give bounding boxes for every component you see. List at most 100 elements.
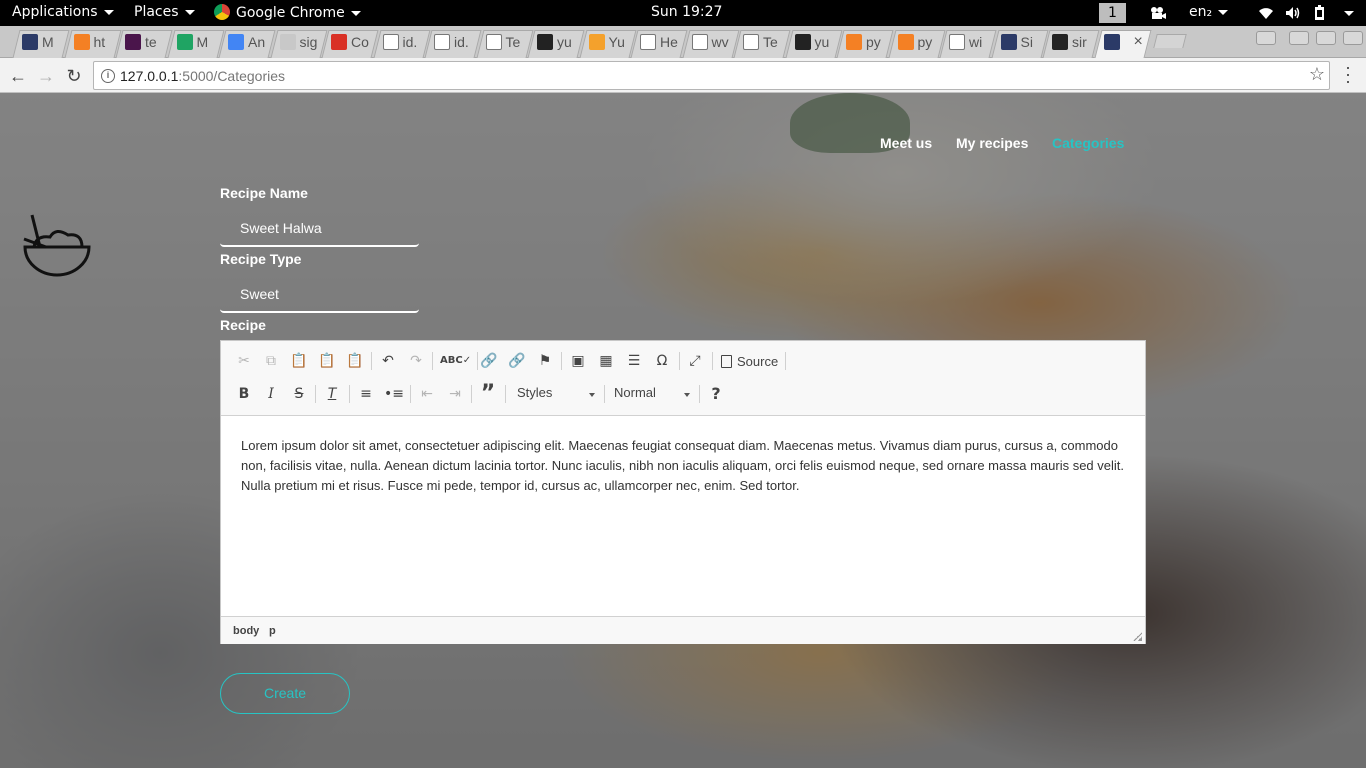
unlink-icon[interactable]: 🔗 <box>506 351 528 371</box>
toolbar-separator <box>349 385 350 403</box>
italic-icon[interactable]: I <box>260 384 282 404</box>
redo-icon[interactable]: ↷ <box>405 351 427 371</box>
forward-button[interactable]: → <box>36 66 56 86</box>
nav-link-categories[interactable]: Categories <box>1052 135 1124 151</box>
keyboard-layout-menu[interactable]: en₂ <box>1189 4 1229 20</box>
close-window-button[interactable] <box>1343 31 1363 45</box>
source-button[interactable]: Source <box>721 351 778 371</box>
blockquote-icon[interactable]: ” <box>477 383 499 405</box>
browser-tab[interactable]: Te <box>485 30 530 54</box>
close-tab-icon[interactable]: × <box>1134 33 1143 51</box>
path-body[interactable]: body <box>233 625 259 637</box>
browser-tab[interactable]: M <box>176 30 221 54</box>
bulleted-list-icon[interactable]: •≡ <box>383 384 405 404</box>
applications-menu-label: Applications <box>12 4 98 20</box>
cut-icon[interactable]: ✂ <box>233 351 255 371</box>
browser-tab[interactable]: Co <box>331 30 375 54</box>
active-app-menu[interactable]: Google Chrome <box>214 4 361 21</box>
browser-menu-icon[interactable]: · · · <box>1341 58 1355 90</box>
address-bar[interactable]: i 127.0.0.1:5000/Categories ☆ <box>93 61 1330 90</box>
link-icon[interactable]: 🔗 <box>478 351 500 371</box>
nav-link-my-recipes[interactable]: My recipes <box>956 135 1028 151</box>
workspace-indicator[interactable]: 1 <box>1099 3 1126 23</box>
numbered-list-icon[interactable]: ≡ <box>355 384 377 404</box>
editor-path-bar: body p <box>221 616 1145 644</box>
battery-icon[interactable] <box>1312 5 1328 21</box>
volume-icon[interactable] <box>1285 5 1301 21</box>
applications-menu[interactable]: Applications <box>12 4 114 20</box>
remove-format-icon[interactable]: T <box>321 384 343 404</box>
increase-indent-icon[interactable]: ⇥ <box>444 384 466 404</box>
table-icon[interactable]: ▦ <box>595 351 617 371</box>
browser-toolbar: ← → ↻ i 127.0.0.1:5000/Categories ☆ · · · <box>0 58 1366 93</box>
profile-icon[interactable] <box>1256 31 1276 45</box>
strikethrough-icon[interactable]: S <box>288 384 310 404</box>
format-dropdown[interactable]: Normal <box>614 385 692 405</box>
browser-tab[interactable]: py <box>846 30 890 54</box>
browser-tab[interactable]: Te <box>743 30 787 54</box>
nav-link-meet-us[interactable]: Meet us <box>880 135 932 151</box>
browser-tab[interactable]: He <box>640 30 684 54</box>
maximize-icon[interactable]: ⤢ <box>684 351 706 371</box>
help-icon[interactable]: ? <box>705 384 727 404</box>
undo-icon[interactable]: ↶ <box>377 351 399 371</box>
document-icon <box>640 34 656 50</box>
browser-tab[interactable]: py <box>897 30 942 54</box>
bowl-logo-icon[interactable] <box>22 213 92 279</box>
toolbar-separator <box>432 352 433 370</box>
decrease-indent-icon[interactable]: ⇤ <box>416 384 438 404</box>
clock[interactable]: Sun 19:27 <box>651 4 722 20</box>
browser-tab[interactable]: id. <box>382 30 427 54</box>
info-icon[interactable]: i <box>101 69 115 83</box>
chevron-down-icon <box>184 9 195 15</box>
paste-icon[interactable]: 📋 <box>288 351 310 371</box>
places-menu[interactable]: Places <box>134 4 195 20</box>
anchor-flag-icon[interactable]: ⚑ <box>534 351 556 371</box>
chevron-down-icon <box>1218 9 1229 15</box>
toolbar-separator <box>679 352 680 370</box>
browser-tab[interactable]: wi <box>949 30 993 54</box>
browser-tab[interactable]: yu <box>537 30 581 54</box>
back-button[interactable]: ← <box>8 66 28 86</box>
browser-tab[interactable]: sir <box>1052 30 1096 54</box>
hackerrank-icon <box>279 34 296 50</box>
copy-icon[interactable]: ⧉ <box>260 351 282 371</box>
bold-icon[interactable]: B <box>233 384 255 404</box>
new-tab-button[interactable] <box>1153 34 1187 48</box>
image-icon[interactable]: ▣ <box>567 351 589 371</box>
github-icon <box>537 34 553 50</box>
browser-tab[interactable]: wv <box>691 30 736 54</box>
url-text[interactable]: 127.0.0.1:5000/Categories <box>120 68 285 84</box>
maximize-window-button[interactable] <box>1316 31 1336 45</box>
reload-button[interactable]: ↻ <box>64 66 84 86</box>
document-icon <box>691 34 708 50</box>
browser-tab[interactable]: te <box>125 30 169 54</box>
spellcheck-icon[interactable]: ABC✓ <box>440 351 471 371</box>
styles-dropdown[interactable]: Styles <box>517 385 597 405</box>
wifi-icon[interactable] <box>1258 5 1274 21</box>
browser-tab[interactable]: Si <box>1000 30 1045 54</box>
recipe-type-input[interactable]: Sweet <box>220 279 419 313</box>
browser-tab[interactable]: sig <box>279 30 324 54</box>
horizontal-line-icon[interactable]: ☰ <box>623 351 645 371</box>
system-menu-chevron-icon[interactable] <box>1344 11 1354 16</box>
browser-tab[interactable]: ht <box>73 30 118 54</box>
special-character-icon[interactable]: Ω <box>651 351 673 371</box>
bookmark-star-icon[interactable]: ☆ <box>1309 64 1325 85</box>
browser-tab[interactable]: Yu <box>588 30 633 54</box>
browser-tab[interactable]: M <box>22 30 66 54</box>
paste-from-word-icon[interactable]: 📋 <box>344 351 366 371</box>
minimize-window-button[interactable] <box>1289 31 1309 45</box>
create-button[interactable]: Create <box>220 673 350 714</box>
browser-tab[interactable]: An <box>228 30 272 54</box>
video-camera-icon[interactable] <box>1150 5 1166 21</box>
resize-handle-icon[interactable] <box>1133 632 1142 641</box>
editor-content-area[interactable]: Lorem ipsum dolor sit amet, consectetuer… <box>241 436 1131 496</box>
recipe-type-value: Sweet <box>240 286 279 302</box>
browser-tab[interactable]: id. <box>434 30 478 54</box>
paste-text-icon[interactable]: 📋 <box>316 351 338 371</box>
recipe-name-input[interactable]: Sweet Halwa <box>220 213 419 247</box>
path-p[interactable]: p <box>269 625 276 637</box>
browser-tab[interactable]: yu <box>794 30 839 54</box>
browser-tab[interactable]: × <box>1103 30 1148 54</box>
